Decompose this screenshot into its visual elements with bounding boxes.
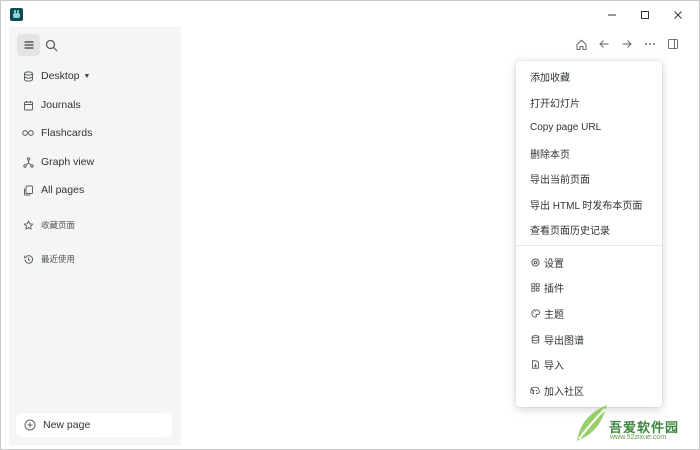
maximize-button[interactable]: [632, 5, 658, 25]
menu-item-label: 加入社区: [544, 386, 584, 398]
calendar-icon: [21, 98, 35, 112]
menu-item-label: 删除本页: [530, 149, 570, 161]
infinity-icon: [21, 126, 35, 140]
menu-item-label: 设置: [544, 258, 564, 270]
sidebar-item-favorites[interactable]: 收藏页面: [21, 214, 171, 236]
sidebar-item-label: Desktop: [41, 70, 80, 82]
menu-item-label: 打开幻灯片: [530, 98, 580, 110]
page-options-menu: 添加收藏 打开幻灯片 Copy page URL 删除本页 导出当前页面 导出 …: [516, 61, 662, 407]
arrow-left-icon: [599, 40, 609, 48]
close-button[interactable]: [665, 5, 691, 25]
sidebar-item-recent[interactable]: 最近使用: [21, 248, 171, 270]
menu-divider: [516, 245, 662, 246]
search-button[interactable]: [40, 34, 63, 56]
arrow-right-icon: [622, 40, 632, 48]
database-icon: [21, 69, 35, 83]
menu-item-label: 导入: [544, 360, 564, 372]
minimize-button[interactable]: [599, 5, 625, 25]
menu-item-export-page[interactable]: 导出当前页面: [530, 170, 590, 186]
sidebar-item-desktop[interactable]: Desktop ▼: [21, 65, 171, 87]
menu-item-export-graph[interactable]: 导出图谱: [530, 331, 584, 347]
right-sidebar-toggle-button[interactable]: [663, 34, 683, 54]
menu-item-label: 导出 HTML 时发布本页面: [530, 200, 643, 212]
menu-item-import[interactable]: 导入: [530, 356, 564, 372]
palette-icon: [530, 308, 540, 318]
menu-item-label: 导出图谱: [544, 335, 584, 347]
site-watermark: 吾爱软件园 www.52zixue.com: [573, 399, 697, 447]
discord-icon: [530, 385, 540, 395]
graph-icon: [21, 155, 35, 169]
menu-item-publish-html[interactable]: 导出 HTML 时发布本页面: [530, 196, 642, 212]
sidebar-item-graph-view[interactable]: Graph view: [21, 151, 171, 173]
sidebar-toggle-button[interactable]: [17, 34, 40, 56]
caret-down-icon[interactable]: ▼: [84, 73, 91, 80]
more-horizontal-icon: [645, 43, 655, 45]
plugins-icon: [530, 282, 540, 292]
home-icon: [575, 39, 587, 50]
sidebar-item-label: All pages: [41, 184, 85, 196]
new-page-label: New page: [43, 419, 91, 431]
menu-item-label: 导出当前页面: [530, 174, 590, 186]
watermark-site-url: www.52zixue.com: [610, 434, 667, 441]
back-button[interactable]: [594, 34, 614, 54]
settings-icon: [530, 257, 540, 267]
menu-item-settings[interactable]: 设置: [530, 254, 564, 270]
sidebar-right-icon: [668, 39, 678, 49]
menu-item-page-history[interactable]: 查看页面历史记录: [530, 221, 610, 237]
leaf-logo-icon: [577, 405, 607, 441]
sidebar-item-label: Graph view: [41, 156, 95, 168]
menu-item-copy-page-url[interactable]: Copy page URL: [530, 119, 601, 135]
left-sidebar: Desktop ▼ Journals Flashcards Graph view: [9, 27, 181, 445]
history-icon: [21, 252, 35, 266]
forward-button[interactable]: [617, 34, 637, 54]
maximize-icon: [641, 11, 649, 19]
minimize-icon: [608, 14, 616, 16]
database-export-icon: [530, 334, 540, 344]
menu-item-join-community[interactable]: 加入社区: [530, 382, 584, 398]
menu-item-open-slideshow[interactable]: 打开幻灯片: [530, 94, 580, 110]
pages-icon: [21, 183, 35, 197]
menu-item-add-favorite[interactable]: 添加收藏: [530, 68, 570, 84]
sidebar-item-label: Journals: [41, 99, 81, 111]
title-bar: [1, 1, 699, 29]
recent-label: 最近使用: [41, 254, 76, 264]
close-icon: [674, 11, 682, 19]
plus-circle-icon: [23, 418, 37, 432]
app-window: Desktop ▼ Journals Flashcards Graph view: [0, 0, 700, 450]
sidebar-item-flashcards[interactable]: Flashcards: [21, 122, 171, 144]
menu-item-label: 插件: [544, 283, 564, 295]
menu-item-plugins[interactable]: 插件: [530, 279, 564, 295]
menu-item-theme[interactable]: 主题: [530, 305, 564, 321]
more-button[interactable]: [640, 34, 660, 54]
home-button[interactable]: [571, 34, 591, 54]
app-logo-icon: [10, 8, 23, 21]
favorites-label: 收藏页面: [41, 220, 76, 230]
menu-item-label: 查看页面历史记录: [530, 225, 610, 237]
menu-item-label: 添加收藏: [530, 72, 570, 84]
search-icon: [45, 39, 58, 51]
file-import-icon: [530, 359, 540, 369]
menu-item-delete-page[interactable]: 删除本页: [530, 145, 570, 161]
new-page-button[interactable]: New page: [16, 413, 172, 437]
star-icon: [21, 218, 35, 232]
sidebar-item-all-pages[interactable]: All pages: [21, 179, 171, 201]
menu-item-label: 主题: [544, 309, 564, 321]
menu-icon: [24, 41, 33, 49]
menu-item-label: Copy page URL: [530, 121, 602, 133]
sidebar-item-label: Flashcards: [41, 127, 93, 139]
sidebar-item-journals[interactable]: Journals: [21, 94, 171, 116]
